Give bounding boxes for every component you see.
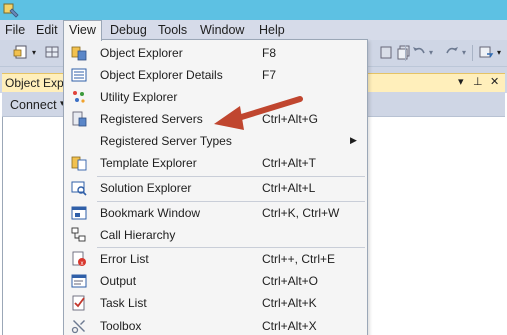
copy-icon[interactable] [396, 44, 412, 60]
new-query-icon[interactable] [13, 44, 29, 60]
panel-title: Object Expl [5, 76, 67, 90]
menu-item-solution-explorer[interactable]: Solution Explorer Ctrl+Alt+L [64, 177, 367, 199]
menu-item-shortcut: Ctrl+Alt+T [262, 156, 317, 170]
menu-view[interactable]: View [63, 20, 102, 41]
menu-item-label: Call Hierarchy [100, 228, 176, 242]
menu-item-shortcut: Ctrl+Alt+X [262, 319, 317, 333]
menu-item-utility-explorer[interactable]: Utility Explorer [64, 86, 367, 108]
object-explorer-icon [71, 46, 87, 61]
details-list-icon [71, 68, 87, 82]
output-icon [71, 274, 87, 288]
app-icon [3, 3, 19, 18]
menu-item-error-list[interactable]: x Error List Ctrl++, Ctrl+E [64, 248, 367, 270]
menu-item-task-list[interactable]: Task List Ctrl+Alt+K [64, 292, 367, 314]
menu-item-toolbox[interactable]: Toolbox Ctrl+Alt+X [64, 315, 367, 335]
error-list-icon: x [72, 251, 86, 267]
menu-item-label: Utility Explorer [100, 90, 178, 104]
menu-item-shortcut: Ctrl+Alt+O [262, 274, 319, 288]
menu-item-label: Bookmark Window [100, 206, 201, 220]
menu-item-call-hierarchy[interactable]: Call Hierarchy [64, 224, 367, 246]
menu-item-output[interactable]: Output Ctrl+Alt+O [64, 270, 367, 292]
menu-window[interactable]: Window [200, 20, 244, 40]
navigate-dropdown-icon[interactable]: ▾ [497, 48, 501, 57]
menu-item-template-explorer[interactable]: Template Explorer Ctrl+Alt+T [64, 152, 367, 174]
task-list-icon [72, 295, 85, 311]
menu-item-shortcut: Ctrl+K, Ctrl+W [262, 206, 340, 220]
template-explorer-icon [71, 156, 87, 171]
menu-item-label: Toolbox [100, 319, 142, 333]
menu-item-shortcut: Ctrl+Alt+K [262, 296, 317, 310]
navigate-icon[interactable] [478, 44, 494, 60]
menu-debug[interactable]: Debug [110, 20, 147, 40]
call-hierarchy-icon [71, 227, 86, 242]
menu-item-object-explorer-details[interactable]: Object Explorer Details F7 [64, 64, 367, 86]
menu-item-label: Registered Server Types [100, 134, 232, 148]
menu-item-label: Error List [100, 252, 149, 266]
menu-item-label: Solution Explorer [100, 181, 192, 195]
menu-item-label: Template Explorer [100, 156, 197, 170]
view-menu-dropdown: Object Explorer F8 Object Explorer Detai… [63, 39, 368, 335]
grid-icon[interactable] [44, 44, 60, 60]
redo-dropdown-icon[interactable]: ▾ [462, 48, 466, 57]
undo-icon[interactable] [411, 44, 427, 60]
menu-item-label: Registered Servers [100, 112, 203, 126]
menu-bar: File Edit View Debug Tools Window Help [0, 20, 507, 41]
paste-icon[interactable] [378, 44, 394, 60]
menu-item-label: Object Explorer Details [100, 68, 223, 82]
toolbar-separator [405, 45, 406, 61]
menu-item-shortcut: F8 [262, 46, 277, 60]
window-position-icon[interactable]: ▾ [458, 75, 464, 88]
registered-servers-icon [72, 111, 87, 127]
toolbox-icon [71, 320, 85, 334]
menu-item-label: Object Explorer [100, 46, 183, 60]
svg-text:x: x [81, 261, 84, 267]
bookmark-icon [71, 206, 87, 220]
menu-item-label: Output [100, 274, 137, 288]
connect-button[interactable]: Connect [10, 98, 57, 112]
menu-item-shortcut: Ctrl+Alt+L [262, 181, 316, 195]
menu-item-registered-servers[interactable]: Registered Servers Ctrl+Alt+G [64, 108, 367, 130]
title-bar [0, 0, 507, 20]
menu-help[interactable]: Help [259, 20, 285, 40]
undo-dropdown-icon[interactable]: ▾ [429, 48, 433, 57]
dropdown-caret-icon[interactable]: ▾ [32, 48, 36, 57]
menu-item-shortcut: Ctrl+Alt+G [262, 112, 319, 126]
menu-item-shortcut: F7 [262, 68, 277, 82]
utility-explorer-icon [73, 91, 85, 103]
pin-icon[interactable]: ⊥ [473, 75, 483, 88]
menu-item-label: Task List [100, 296, 147, 310]
menu-file[interactable]: File [5, 20, 25, 40]
menu-item-bookmark-window[interactable]: Bookmark Window Ctrl+K, Ctrl+W [64, 202, 367, 224]
close-icon[interactable]: ✕ [490, 75, 499, 88]
redo-icon[interactable] [444, 44, 460, 60]
solution-explorer-icon [71, 181, 87, 196]
menu-tools[interactable]: Tools [158, 20, 187, 40]
menu-edit[interactable]: Edit [36, 20, 58, 40]
menu-item-object-explorer[interactable]: Object Explorer F8 [64, 42, 367, 64]
menu-item-registered-server-types[interactable]: Registered Server Types ▶ [64, 130, 367, 152]
submenu-arrow-icon: ▶ [350, 135, 357, 145]
toolbar-separator [472, 45, 473, 61]
menu-item-shortcut: Ctrl++, Ctrl+E [262, 252, 336, 266]
